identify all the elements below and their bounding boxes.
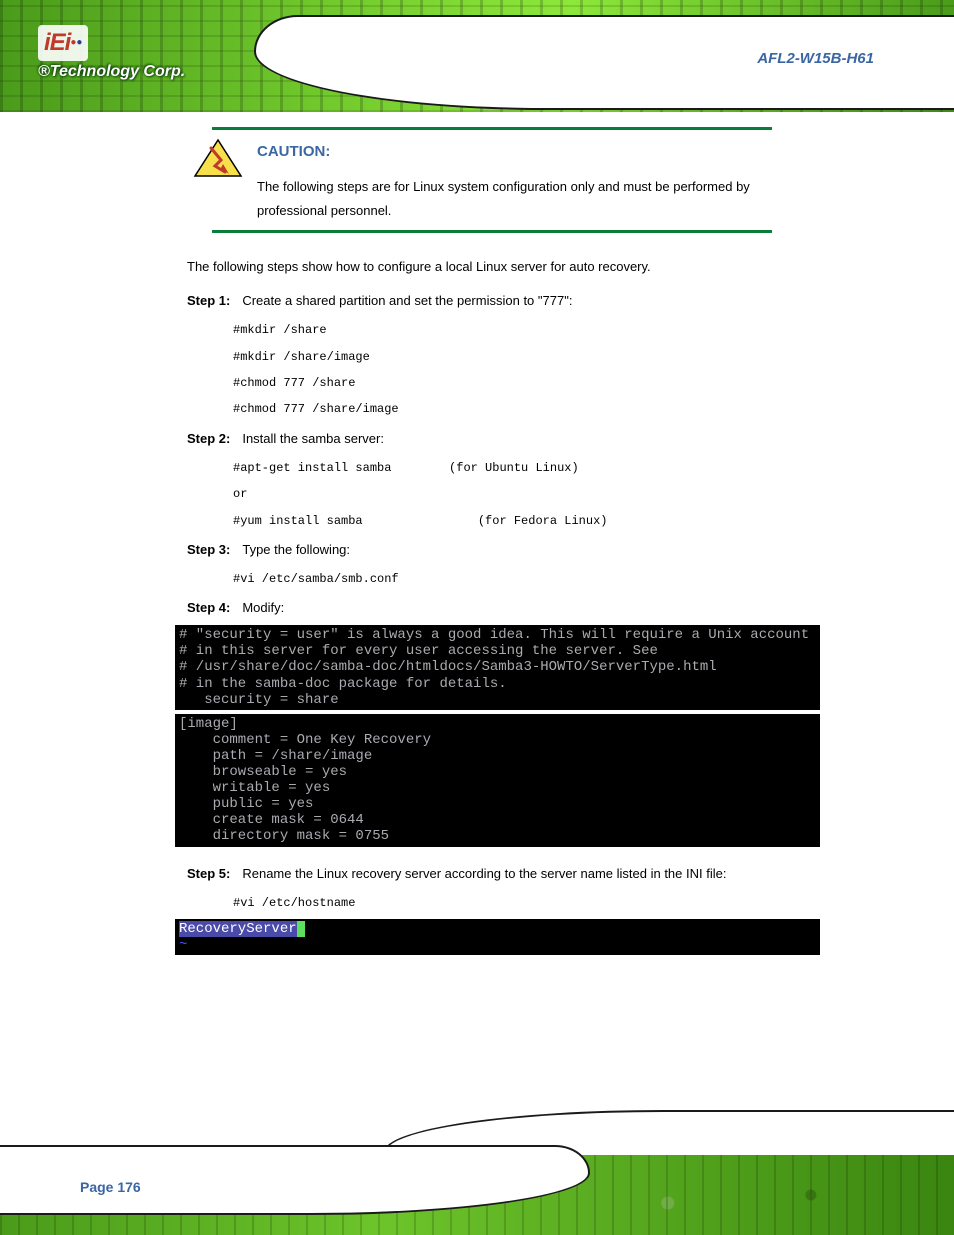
header-banner: iEi●● ®Technology Corp. AFL2-W15B-H61 — [0, 0, 954, 112]
terminal-hostname: RecoveryServer ~ — [175, 919, 820, 955]
caution-text: CAUTION: The following steps are for Lin… — [257, 138, 809, 224]
caution-heading: CAUTION: — [257, 138, 809, 167]
intro-para: The following steps show how to configur… — [187, 253, 809, 280]
divider-bottom — [212, 230, 772, 233]
terminal-smb-image: [image] comment = One Key Recovery path … — [175, 714, 820, 847]
page-content: CAUTION: The following steps are for Lin… — [0, 112, 954, 959]
step1-cmd4: #chmod 777 /share/image — [233, 399, 809, 419]
caution-body: The following steps are for Linux system… — [257, 175, 809, 224]
step4-num: Step 4: — [187, 595, 230, 621]
step3-num: Step 3: — [187, 537, 230, 563]
step5-num: Step 5: — [187, 861, 230, 887]
step3-text: Type the following: — [242, 542, 350, 557]
logo-text: iEi — [44, 29, 70, 56]
step5: Step 5: Rename the Linux recovery server … — [187, 861, 809, 887]
step5-cmd1: #vi /etc/hostname — [233, 893, 809, 913]
caution-box: CAUTION: The following steps are for Lin… — [193, 138, 809, 224]
warning-icon — [193, 138, 243, 178]
cursor-icon — [297, 921, 305, 937]
logo-mark: iEi●● — [38, 25, 88, 61]
step2: Step 2: Install the samba server: — [187, 426, 809, 452]
step1-num: Step 1: — [187, 288, 230, 314]
step3-cmd1: #vi /etc/samba/smb.conf — [233, 569, 809, 589]
terminal-smb-global: # "security = user" is always a good ide… — [175, 625, 820, 709]
step5-text: Rename the Linux recovery server accordi… — [242, 866, 726, 881]
step1: Step 1: Create a shared partition and set… — [187, 288, 809, 314]
logo-tagline: ®Technology Corp. — [38, 63, 185, 81]
step2-cmd1: #apt-get install samba (for Ubuntu Linux… — [233, 458, 809, 478]
step1-cmd1: #mkdir /share — [233, 320, 809, 340]
step2-text: Install the samba server: — [242, 431, 384, 446]
page-number: Page 176 — [80, 1179, 141, 1195]
step3: Step 3: Type the following: — [187, 537, 809, 563]
step1-text: Create a shared partition and set the pe… — [242, 293, 572, 308]
step1-cmd2: #mkdir /share/image — [233, 347, 809, 367]
divider-top — [212, 127, 772, 130]
step2-cmd4: #yum install samba (for Fedora Linux) — [233, 511, 809, 531]
product-name: AFL2-W15B-H61 — [757, 50, 874, 67]
footer-banner: Page 176 — [0, 1100, 954, 1235]
step2-cmd-or: or — [233, 484, 809, 504]
step2-num: Step 2: — [187, 426, 230, 452]
step1-cmd3: #chmod 777 /share — [233, 373, 809, 393]
step4: Step 4: Modify: — [187, 595, 809, 621]
logo: iEi●● ®Technology Corp. — [38, 25, 185, 81]
step4-text: Modify: — [242, 600, 284, 615]
logo-dots: ●● — [70, 37, 82, 48]
